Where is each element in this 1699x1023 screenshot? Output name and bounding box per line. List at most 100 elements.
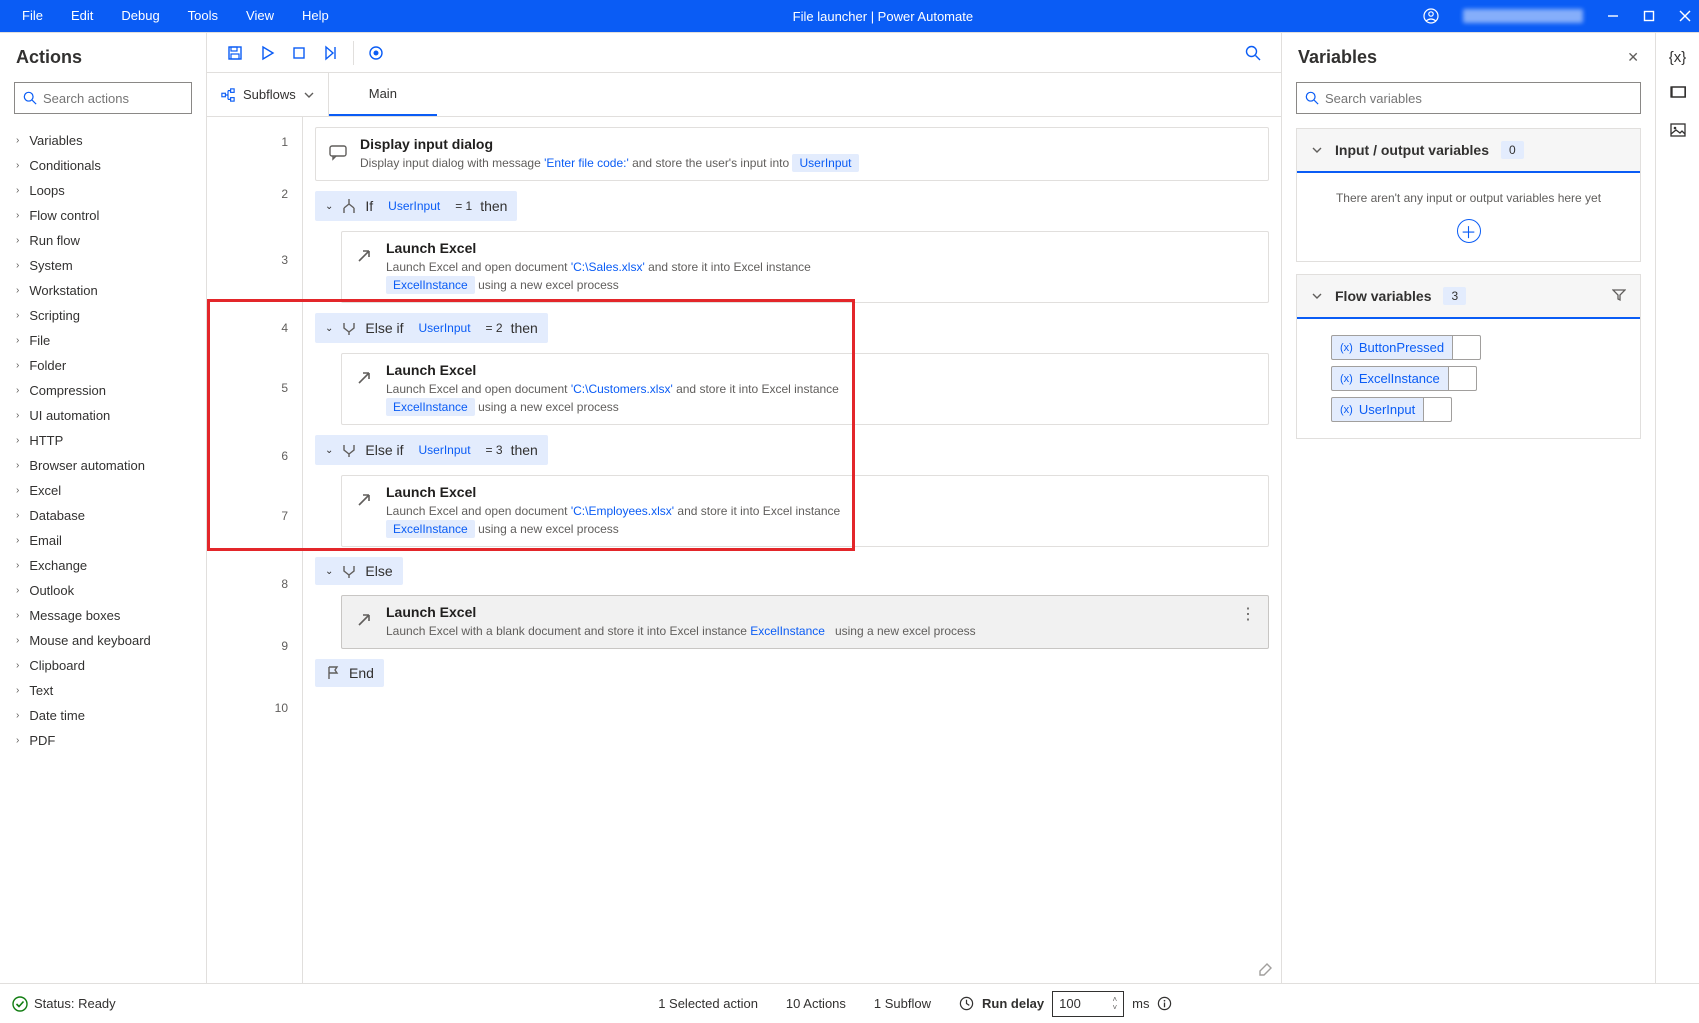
step-launch-excel-2[interactable]: Launch Excel Launch Excel and open docum… (341, 353, 1269, 425)
step-desc: Launch Excel and open document 'C:\Custo… (386, 380, 839, 416)
line-number: 2 (281, 187, 288, 201)
action-category[interactable]: ›Message boxes (0, 603, 206, 628)
more-icon[interactable]: ⋮ (1232, 604, 1256, 624)
action-category[interactable]: › File (0, 328, 206, 353)
search-variables-input[interactable] (1325, 91, 1632, 106)
chevron-right-icon: › (16, 335, 19, 346)
subflows-dropdown[interactable]: Subflows (207, 73, 329, 116)
launch-icon (354, 610, 374, 630)
action-category[interactable]: ›Clipboard (0, 653, 206, 678)
action-category[interactable]: ›Flow control (0, 203, 206, 228)
collapse-icon[interactable]: ⌄ (325, 323, 333, 334)
flow-variable[interactable]: (x)UserInput (1331, 397, 1640, 422)
search-flow-icon[interactable] (1237, 37, 1269, 69)
menu-file[interactable]: File (8, 0, 57, 32)
variables-icon[interactable]: {x} (1669, 49, 1687, 66)
action-category-label: File (29, 333, 50, 348)
save-button[interactable] (219, 37, 251, 69)
action-category[interactable]: ›Scripting (0, 303, 206, 328)
action-category[interactable]: ›Database (0, 503, 206, 528)
variable-type-icon: (x) (1340, 342, 1353, 354)
menu-edit[interactable]: Edit (57, 0, 107, 32)
action-category[interactable]: ›Exchange (0, 553, 206, 578)
action-category-label: Database (29, 508, 85, 523)
collapse-icon[interactable]: ⌄ (325, 445, 333, 456)
close-variables-icon[interactable]: ✕ (1627, 49, 1639, 66)
variable-name: ButtonPressed (1359, 340, 1444, 355)
search-actions-input[interactable] (43, 91, 219, 106)
flow-designer: Subflows Main 12345678910 Display input … (207, 33, 1281, 983)
actions-tree[interactable]: ›Variables›Conditionals›Loops›Flow contr… (0, 124, 206, 983)
menu-tools[interactable]: Tools (174, 0, 232, 32)
action-category[interactable]: ›PDF (0, 728, 206, 753)
window-maximize[interactable] (1643, 10, 1655, 22)
action-category[interactable]: ›Text (0, 678, 206, 703)
action-category[interactable]: ›Workstation (0, 278, 206, 303)
menu-debug[interactable]: Debug (107, 0, 173, 32)
chevron-right-icon: › (16, 610, 19, 621)
step-end[interactable]: End (315, 659, 384, 687)
collapse-icon[interactable]: ⌄ (325, 566, 333, 577)
action-category[interactable]: ›Folder (0, 353, 206, 378)
action-category[interactable]: ›Compression (0, 378, 206, 403)
step-launch-excel-blank[interactable]: Launch Excel Launch Excel with a blank d… (341, 595, 1269, 649)
flow-variable[interactable]: (x) ButtonPressed (1331, 335, 1640, 360)
step-title: Launch Excel (386, 604, 1220, 620)
search-actions[interactable] (14, 82, 192, 114)
run-delay-input[interactable]: 100 ˄˅ (1052, 991, 1124, 1017)
search-variables[interactable] (1296, 82, 1641, 114)
action-category[interactable]: ›Browser automation (0, 453, 206, 478)
io-variables-section: Input / output variables 0 There aren't … (1296, 128, 1641, 262)
action-category[interactable]: ›HTTP (0, 428, 206, 453)
step-elseif-1[interactable]: ⌄ Else if UserInput = 2 then (315, 313, 548, 343)
action-category[interactable]: ›Run flow (0, 228, 206, 253)
chevron-down-icon (1311, 290, 1323, 302)
action-category[interactable]: ›Outlook (0, 578, 206, 603)
action-category[interactable]: ›Loops (0, 178, 206, 203)
action-category-label: Browser automation (29, 458, 145, 473)
flow-variable[interactable]: (x)ExcelInstance (1331, 366, 1640, 391)
chevron-right-icon: › (16, 185, 19, 196)
action-category[interactable]: ›Conditionals (0, 153, 206, 178)
step-button[interactable] (315, 37, 347, 69)
action-category[interactable]: ›Email (0, 528, 206, 553)
account-icon[interactable] (1423, 8, 1439, 24)
action-category[interactable]: ›Excel (0, 478, 206, 503)
stop-button[interactable] (283, 37, 315, 69)
record-button[interactable] (360, 37, 392, 69)
flow-variables-header[interactable]: Flow variables 3 (1297, 275, 1640, 319)
chevron-right-icon: › (16, 485, 19, 496)
step-launch-excel-3[interactable]: Launch Excel Launch Excel and open docum… (341, 475, 1269, 547)
tab-main[interactable]: Main (329, 73, 437, 116)
step-launch-excel-1[interactable]: Launch Excel Launch Excel and open docum… (341, 231, 1269, 303)
eraser-icon[interactable] (1257, 958, 1275, 979)
window-minimize[interactable] (1607, 10, 1619, 22)
delay-down[interactable]: ˅ (1112, 1004, 1117, 1012)
run-button[interactable] (251, 37, 283, 69)
action-category-label: Conditionals (29, 158, 101, 173)
step-if[interactable]: ⌄ If UserInput = 1 then (315, 191, 517, 221)
add-variable-button[interactable]: ＋ (1457, 219, 1481, 243)
action-category[interactable]: ›Variables (0, 128, 206, 153)
images-icon[interactable] (1670, 122, 1686, 142)
info-icon[interactable] (1157, 996, 1172, 1011)
flow-canvas[interactable]: Display input dialog Display input dialo… (303, 117, 1281, 983)
window-close[interactable] (1679, 10, 1691, 22)
action-category[interactable]: ›Date time (0, 703, 206, 728)
action-category[interactable]: ›UI automation (0, 403, 206, 428)
step-display-input-dialog[interactable]: Display input dialog Display input dialo… (315, 127, 1269, 181)
ui-elements-icon[interactable] (1670, 84, 1686, 104)
action-category[interactable]: ›Mouse and keyboard (0, 628, 206, 653)
io-variables-header[interactable]: Input / output variables 0 (1297, 129, 1640, 173)
menu-view[interactable]: View (232, 0, 288, 32)
menu-help[interactable]: Help (288, 0, 343, 32)
action-category[interactable]: ›System (0, 253, 206, 278)
action-category-label: Exchange (29, 558, 87, 573)
filter-icon[interactable] (1612, 288, 1626, 305)
collapse-icon[interactable]: ⌄ (325, 201, 333, 212)
line-number: 1 (281, 135, 288, 149)
step-elseif-2[interactable]: ⌄ Else if UserInput = 3 then (315, 435, 548, 465)
branch-icon (341, 563, 357, 579)
launch-icon (354, 490, 374, 510)
step-else[interactable]: ⌄ Else (315, 557, 403, 585)
